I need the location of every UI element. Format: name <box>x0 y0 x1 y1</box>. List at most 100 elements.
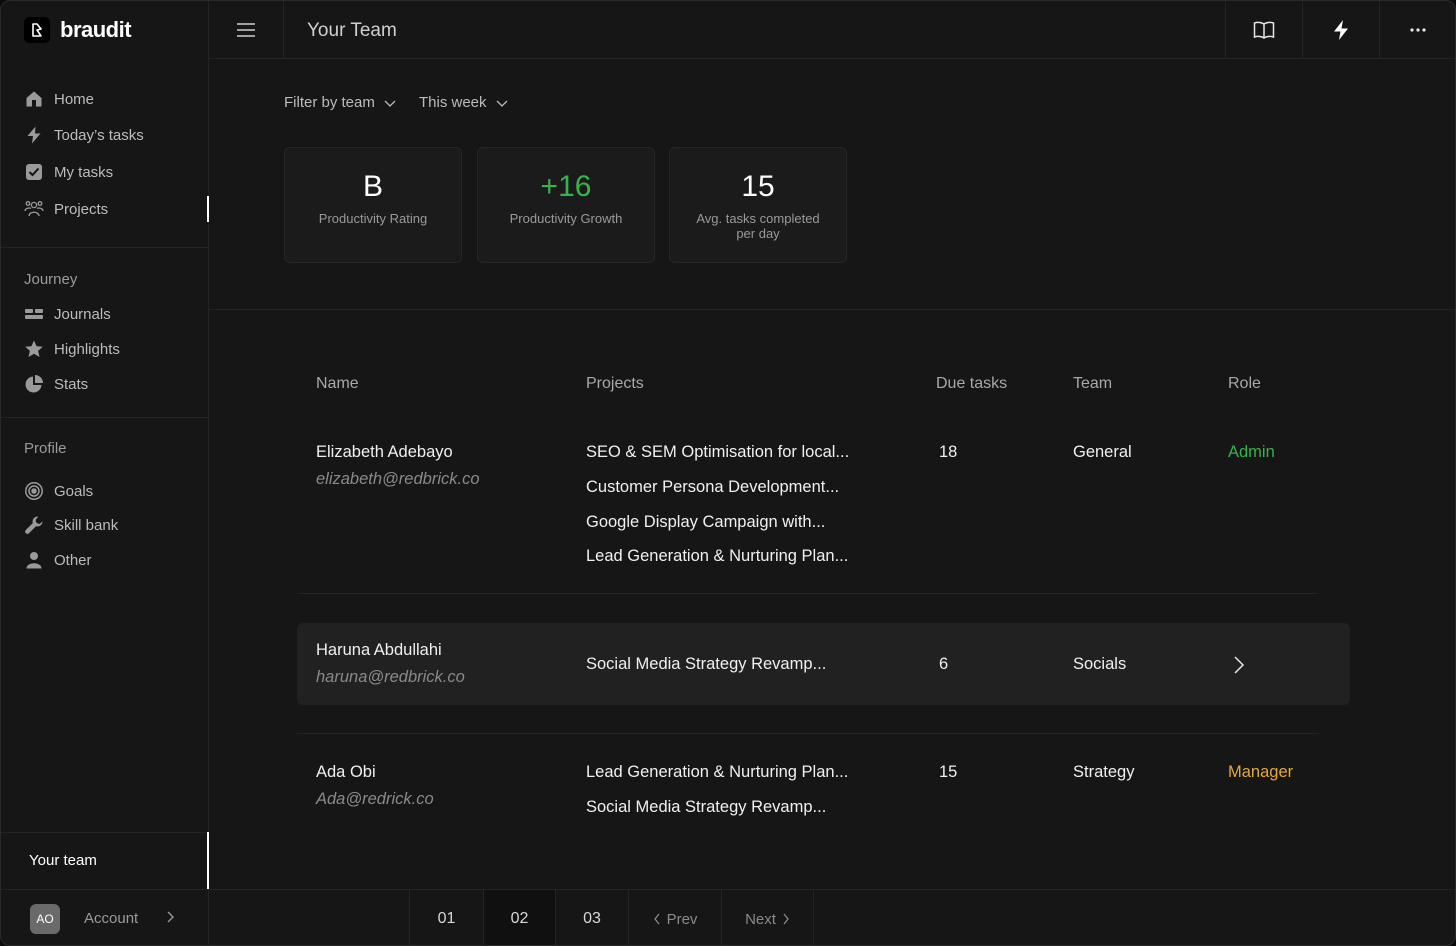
stat-value: 15 <box>741 170 775 203</box>
sidebar-item-label: Home <box>54 90 95 108</box>
member-email: elizabeth@redbrick.co <box>316 470 480 488</box>
column-header-name: Name <box>316 375 359 392</box>
team-name: General <box>1073 443 1132 461</box>
page-button-01[interactable]: 01 <box>409 890 483 945</box>
member-name: Elizabeth Adebayo <box>316 443 453 461</box>
filter-period-label: This week <box>419 94 487 111</box>
menu-button[interactable] <box>209 1 284 59</box>
sidebar-item-stats[interactable]: Stats <box>24 372 88 396</box>
project-item[interactable]: Social Media Strategy Revamp... <box>586 655 826 674</box>
pie-chart-icon <box>25 375 43 393</box>
column-header-due-tasks: Due tasks <box>936 375 1008 392</box>
sidebar-item-highlights[interactable]: Highlights <box>24 337 120 361</box>
brand-name: braudit <box>60 17 132 42</box>
ellipsis-icon <box>1410 28 1426 32</box>
sidebar-item-label: Your team <box>29 852 97 869</box>
stat-label: Avg. tasks completed per day <box>696 211 820 241</box>
section-label-profile: Profile <box>24 440 67 457</box>
project-item[interactable]: Lead Generation & Nurturing Plan... <box>586 763 848 782</box>
due-tasks-count: 18 <box>939 443 958 461</box>
filter-team-label: Filter by team <box>284 94 375 111</box>
chevron-left-icon <box>653 913 660 925</box>
member-email: Ada@redrick.co <box>316 790 434 808</box>
project-item[interactable]: SEO & SEM Optimisation for local... <box>586 443 849 462</box>
stat-card-productivity-rating: B Productivity Rating <box>284 147 462 263</box>
people-icon <box>24 201 44 217</box>
member-name: Ada Obi <box>316 763 376 781</box>
project-item[interactable]: Social Media Strategy Revamp... <box>586 798 826 817</box>
hamburger-icon <box>237 23 255 37</box>
book-icon <box>1253 21 1275 39</box>
sidebar-item-journals[interactable]: Journals <box>24 302 111 326</box>
chevron-down-icon <box>496 100 507 107</box>
stat-label: Productivity Rating <box>318 211 428 226</box>
row-divider <box>297 593 1319 594</box>
page-button-03[interactable]: 03 <box>555 890 628 945</box>
next-label: Next <box>745 910 776 928</box>
sidebar-item-my-tasks[interactable]: My tasks <box>24 160 113 184</box>
section-divider <box>209 309 1455 310</box>
next-page-button[interactable]: Next <box>721 890 814 945</box>
sidebar-item-skill-bank[interactable]: Skill bank <box>24 513 118 537</box>
prev-label: Prev <box>666 910 698 928</box>
prev-page-button[interactable]: Prev <box>628 890 721 945</box>
active-indicator <box>207 832 209 889</box>
sidebar: braudit Home Today’s tasks My tasks Proj… <box>1 1 209 945</box>
sidebar-item-label: My tasks <box>54 163 114 181</box>
filter-period-dropdown[interactable]: This week <box>419 94 509 111</box>
quick-actions-button[interactable] <box>1302 1 1379 59</box>
filter-team-dropdown[interactable]: Filter by team <box>284 94 397 111</box>
active-indicator <box>207 196 209 222</box>
sidebar-item-todays-tasks[interactable]: Today’s tasks <box>24 123 144 147</box>
chevron-right-icon <box>167 911 174 923</box>
chevron-right-icon[interactable] <box>1232 655 1246 675</box>
due-tasks-count: 15 <box>939 763 958 781</box>
chevron-down-icon <box>384 100 396 107</box>
section-label-journey: Journey <box>24 271 78 288</box>
sidebar-divider <box>1 417 209 418</box>
stat-card-avg-tasks: 15 Avg. tasks completed per day <box>669 147 847 263</box>
page-title: Your Team <box>307 20 397 41</box>
member-name: Haruna Abdullahi <box>316 641 442 659</box>
team-name: Socials <box>1073 655 1127 673</box>
project-item[interactable]: Lead Generation & Nurturing Plan... <box>586 547 848 566</box>
sidebar-item-label: Skill bank <box>54 516 119 534</box>
brand[interactable]: braudit <box>24 17 132 43</box>
checkbox-icon <box>26 164 42 180</box>
stat-card-productivity-growth: +16 Productivity Growth <box>477 147 655 263</box>
stat-value: +16 <box>540 170 592 203</box>
role-badge: Manager <box>1228 763 1294 781</box>
page-button-02[interactable]: 02 <box>483 890 555 945</box>
stat-value: B <box>362 170 383 203</box>
team-name: Strategy <box>1073 763 1135 781</box>
sidebar-item-other[interactable]: Other <box>24 548 92 572</box>
sidebar-item-goals[interactable]: Goals <box>24 479 93 503</box>
sidebar-item-label: Goals <box>54 482 94 500</box>
docs-button[interactable] <box>1225 1 1302 59</box>
bolt-icon <box>1334 20 1348 40</box>
home-icon <box>26 91 42 107</box>
top-bar: Your Team <box>209 1 1455 59</box>
sidebar-item-home[interactable]: Home <box>24 87 94 111</box>
sidebar-item-projects[interactable]: Projects <box>24 197 108 221</box>
stat-label: Productivity Growth <box>509 211 623 226</box>
journals-icon <box>25 309 43 319</box>
sidebar-item-label: Journals <box>54 305 111 323</box>
target-icon <box>25 482 43 500</box>
column-header-role: Role <box>1228 375 1261 392</box>
more-options-button[interactable] <box>1379 1 1455 59</box>
column-header-projects: Projects <box>586 375 644 392</box>
sidebar-divider <box>1 247 209 248</box>
chevron-right-icon <box>783 913 789 925</box>
brand-logo-icon <box>24 17 50 43</box>
pagination: 01 02 03 Prev Next <box>209 889 1455 945</box>
user-icon <box>26 552 42 569</box>
sidebar-item-label: Today’s tasks <box>54 126 144 144</box>
column-header-team: Team <box>1073 375 1113 392</box>
avatar: AO <box>30 904 60 934</box>
project-item[interactable]: Google Display Campaign with... <box>586 513 825 532</box>
sidebar-item-label: Projects <box>54 200 109 218</box>
project-item[interactable]: Customer Persona Development... <box>586 478 839 497</box>
account-button[interactable]: AO Account <box>1 889 209 945</box>
sidebar-item-your-team[interactable]: Your team <box>1 832 209 889</box>
